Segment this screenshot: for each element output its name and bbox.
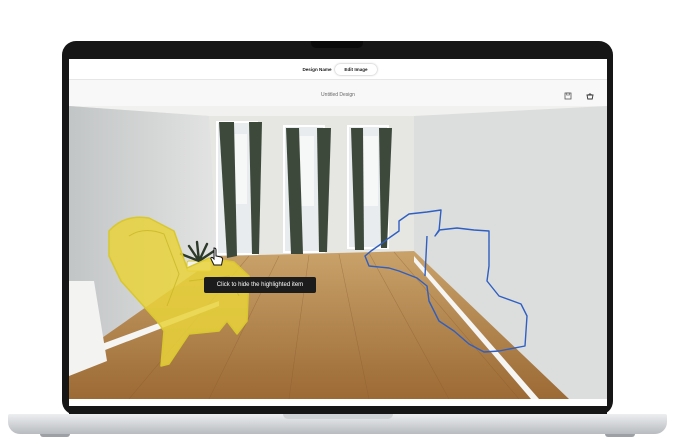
design-title[interactable]: Untitled Design [69,92,607,98]
cart-icon[interactable] [585,91,595,101]
laptop-foot-right [605,434,635,437]
tooltip: Click to hide the highlighted item [204,277,316,293]
title-bar: Untitled Design [69,80,607,106]
laptop-foot-left [40,434,70,437]
room-canvas[interactable] [69,106,607,399]
camera-notch [311,41,363,48]
app-toolbar: Design Name Edit Image [69,59,607,80]
save-icon[interactable] [563,91,573,101]
laptop-base-notch [283,414,393,419]
app-screen: Design Name Edit Image Untitled Design C… [69,59,607,406]
pointer-hand-icon [210,247,224,266]
tab-design-name[interactable]: Design Name [295,64,339,75]
tab-edit-image[interactable]: Edit Image [335,64,377,75]
